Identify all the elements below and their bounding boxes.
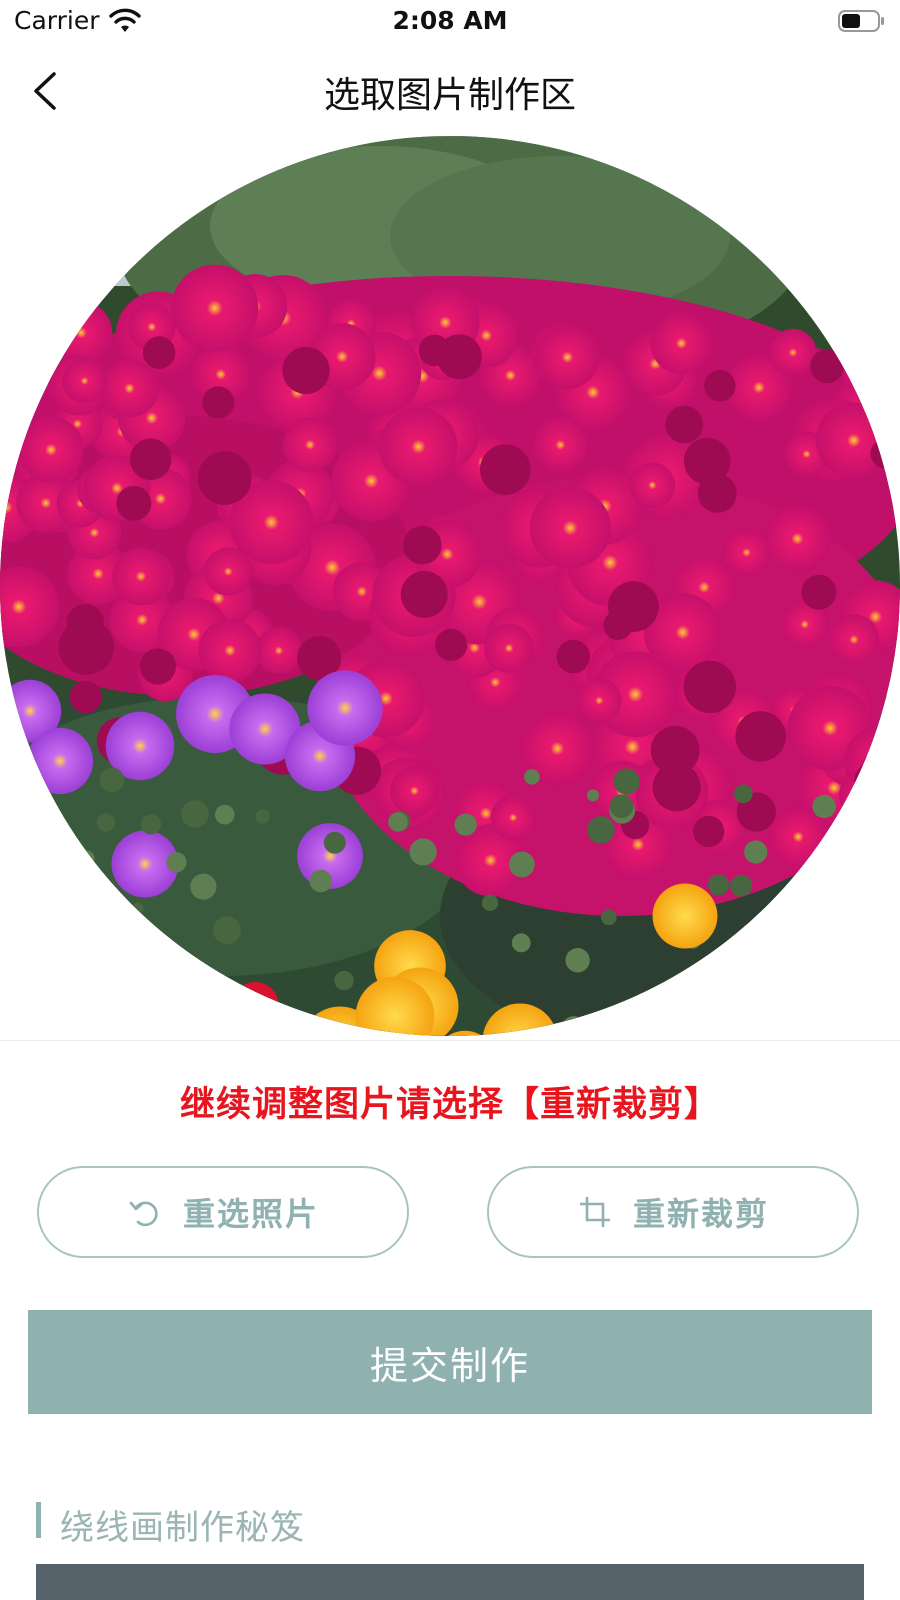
status-bar: Carrier 2:08 AM <box>0 0 900 46</box>
photo-crop-area[interactable] <box>0 136 900 1040</box>
battery-icon <box>838 10 884 32</box>
hint-text: 继续调整图片请选择【重新裁剪】 <box>179 1085 720 1125</box>
crop-icon <box>579 1197 610 1227</box>
page-title: 选取图片制作区 <box>323 75 576 116</box>
recrop-button[interactable]: 重新裁剪 <box>487 1166 859 1258</box>
flower-photo <box>0 136 900 1036</box>
nav-bar: 选取图片制作区 <box>0 56 900 126</box>
recrop-label: 重新裁剪 <box>632 1195 769 1233</box>
clock: 2:08 AM <box>392 6 508 35</box>
rotate-icon <box>129 1201 158 1227</box>
section-accent-bar <box>36 1502 41 1538</box>
reselect-photo-button[interactable]: 重选照片 <box>37 1166 409 1258</box>
divider <box>0 1040 900 1041</box>
section-title: 绕线画制作秘笈 <box>60 1508 305 1548</box>
reselect-photo-label: 重选照片 <box>182 1195 319 1233</box>
tips-panel <box>36 1564 864 1600</box>
submit-button[interactable]: 提交制作 <box>28 1310 872 1414</box>
